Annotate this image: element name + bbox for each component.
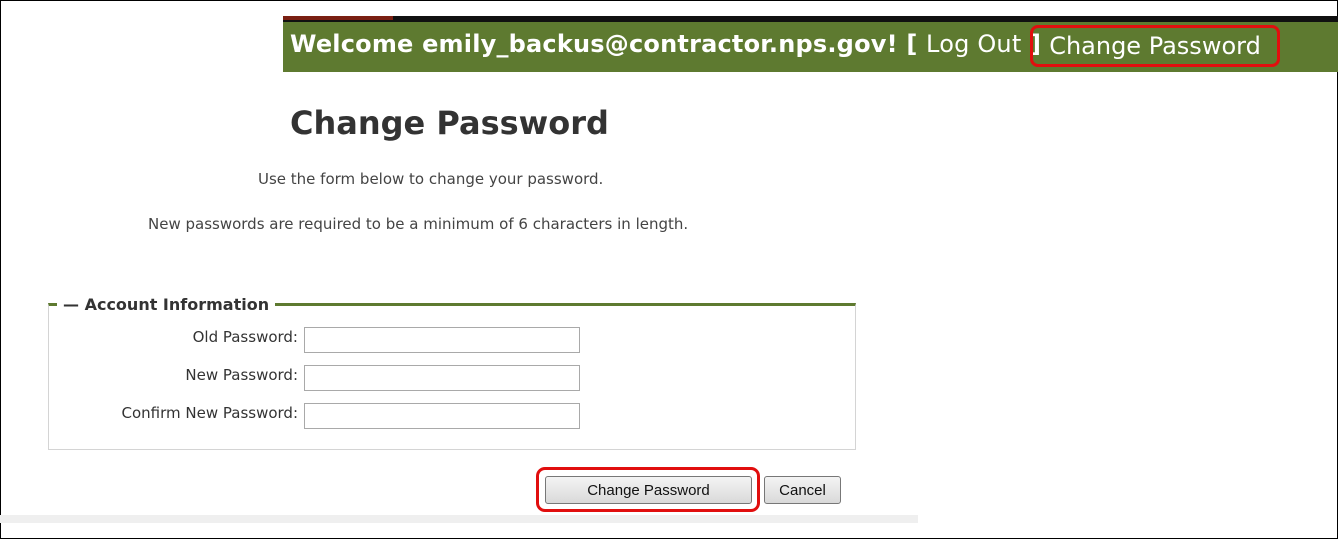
change-password-button[interactable]: Change Password: [545, 476, 752, 504]
footer-shade: [0, 515, 918, 523]
new-password-label: New Password:: [185, 366, 298, 384]
header-logo-fragment: [283, 16, 393, 20]
new-password-input[interactable]: [304, 365, 580, 391]
page-frame: [0, 0, 1338, 539]
confirm-password-label: Confirm New Password:: [121, 404, 299, 422]
confirm-password-input[interactable]: [304, 403, 580, 429]
change-password-link[interactable]: Change Password: [1030, 25, 1280, 67]
logout-bracket-open: [: [906, 30, 918, 58]
instructions-text: Use the form below to change your passwo…: [258, 170, 604, 188]
legend-text: Account Information: [84, 295, 270, 314]
account-information-legend: — Account Information: [63, 295, 270, 314]
cancel-button[interactable]: Cancel: [764, 476, 841, 504]
old-password-input[interactable]: [304, 327, 580, 353]
welcome-message: Welcome emily_backus@contractor.nps.gov!…: [290, 30, 1041, 58]
page-title: Change Password: [290, 104, 609, 142]
welcome-text: Welcome emily_backus@contractor.nps.gov!: [290, 30, 898, 58]
logout-link[interactable]: Log Out: [926, 30, 1021, 58]
password-requirement-text: New passwords are required to be a minim…: [148, 215, 689, 233]
old-password-label: Old Password:: [192, 328, 298, 346]
